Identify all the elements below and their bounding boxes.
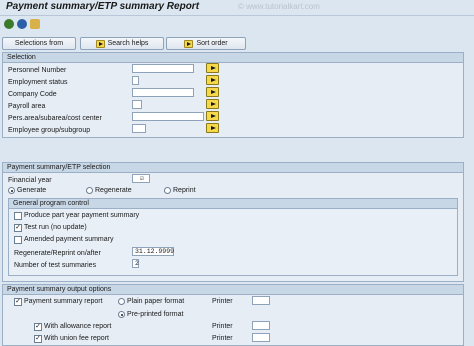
multiple-selection-button[interactable] xyxy=(206,99,219,109)
pers-area-label: Pers.area/subarea/cost center xyxy=(8,115,102,122)
personnel-number-input[interactable] xyxy=(132,64,194,73)
payment-summary-report-label: Payment summary report xyxy=(24,298,103,305)
employee-group-input[interactable] xyxy=(132,124,146,133)
output-options-header: Payment summary output options xyxy=(3,285,463,295)
generate-radio[interactable] xyxy=(8,187,15,194)
financial-year-label: Financial year xyxy=(8,177,52,184)
printer-input-1[interactable] xyxy=(252,296,270,305)
search-helps-label: Search helps xyxy=(107,40,149,47)
test-run-label: Test run (no update) xyxy=(24,224,87,231)
produce-part-year-label: Produce part year payment summary xyxy=(24,212,140,219)
printer-label: Printer xyxy=(212,323,233,330)
produce-part-year-checkbox[interactable] xyxy=(14,212,22,220)
company-code-input[interactable] xyxy=(132,88,194,97)
general-control-header: General program control xyxy=(9,199,457,209)
payment-summary-report-checkbox[interactable]: ✓ xyxy=(14,298,22,306)
plain-paper-radio[interactable] xyxy=(118,298,125,305)
with-union-fee-checkbox[interactable]: ✓ xyxy=(34,335,42,343)
financial-year-input[interactable]: ☑ xyxy=(132,174,150,183)
payroll-area-label: Payroll area xyxy=(8,103,46,110)
ps-selection-header: Payment summary/ETP selection xyxy=(3,163,463,173)
printer-input-2[interactable] xyxy=(252,321,270,330)
personnel-number-label: Personnel Number xyxy=(8,67,67,74)
company-code-label: Company Code xyxy=(8,91,57,98)
regenerate-radio[interactable] xyxy=(86,187,93,194)
printer-label: Printer xyxy=(212,335,233,342)
printer-input-3[interactable] xyxy=(252,333,270,342)
selections-from-button[interactable]: Selections from xyxy=(2,37,76,50)
num-test-summaries-input[interactable]: 2 xyxy=(132,259,139,268)
arrow-icon xyxy=(184,39,194,48)
vertical-scrollbar[interactable] xyxy=(466,52,474,346)
with-union-fee-label: With union fee report xyxy=(44,335,109,342)
sort-order-label: Sort order xyxy=(196,40,228,47)
search-helps-button[interactable]: Search helps xyxy=(80,37,164,50)
payroll-area-input[interactable] xyxy=(132,100,142,109)
sort-order-button[interactable]: Sort order xyxy=(166,37,246,50)
employee-group-label: Employee group/subgroup xyxy=(8,127,91,134)
with-allowance-checkbox[interactable]: ✓ xyxy=(34,323,42,331)
page-title: Payment summary/ETP summary Report xyxy=(6,1,200,12)
execute-icon[interactable] xyxy=(4,19,14,29)
info-icon[interactable] xyxy=(17,19,27,29)
regenerate-label: Regenerate xyxy=(95,187,132,194)
multiple-selection-button[interactable] xyxy=(206,87,219,97)
regen-on-after-label: Regenerate/Reprint on/after xyxy=(14,250,101,257)
preprinted-label: Pre-printed format xyxy=(127,311,184,318)
num-test-summaries-label: Number of test summaries xyxy=(14,262,97,269)
plain-paper-label: Plain paper format xyxy=(127,298,185,305)
pers-area-input[interactable] xyxy=(132,112,204,121)
application-toolbar xyxy=(0,16,474,32)
variant-icon[interactable] xyxy=(30,19,40,29)
selections-from-label: Selections from xyxy=(14,40,64,47)
selection-header: Selection xyxy=(3,53,463,63)
generate-label: Generate xyxy=(17,187,47,194)
watermark: © www.tutorialkart.com xyxy=(238,2,320,11)
employment-status-input[interactable] xyxy=(132,76,139,85)
multiple-selection-button[interactable] xyxy=(206,75,219,85)
reprint-radio[interactable] xyxy=(164,187,171,194)
regen-on-after-input[interactable]: 31.12.9999 xyxy=(132,247,174,256)
multiple-selection-button[interactable] xyxy=(206,123,219,133)
test-run-checkbox[interactable]: ✓ xyxy=(14,224,22,232)
reprint-label: Reprint xyxy=(173,187,196,194)
multiple-selection-button[interactable] xyxy=(206,63,219,73)
with-allowance-label: With allowance report xyxy=(44,323,112,330)
employment-status-label: Employment status xyxy=(8,79,68,86)
preprinted-radio[interactable] xyxy=(118,311,125,318)
multiple-selection-button[interactable] xyxy=(206,111,219,121)
printer-label: Printer xyxy=(212,298,233,305)
arrow-icon xyxy=(95,39,105,48)
amended-label: Amended payment summary xyxy=(24,236,114,243)
amended-checkbox[interactable] xyxy=(14,236,22,244)
